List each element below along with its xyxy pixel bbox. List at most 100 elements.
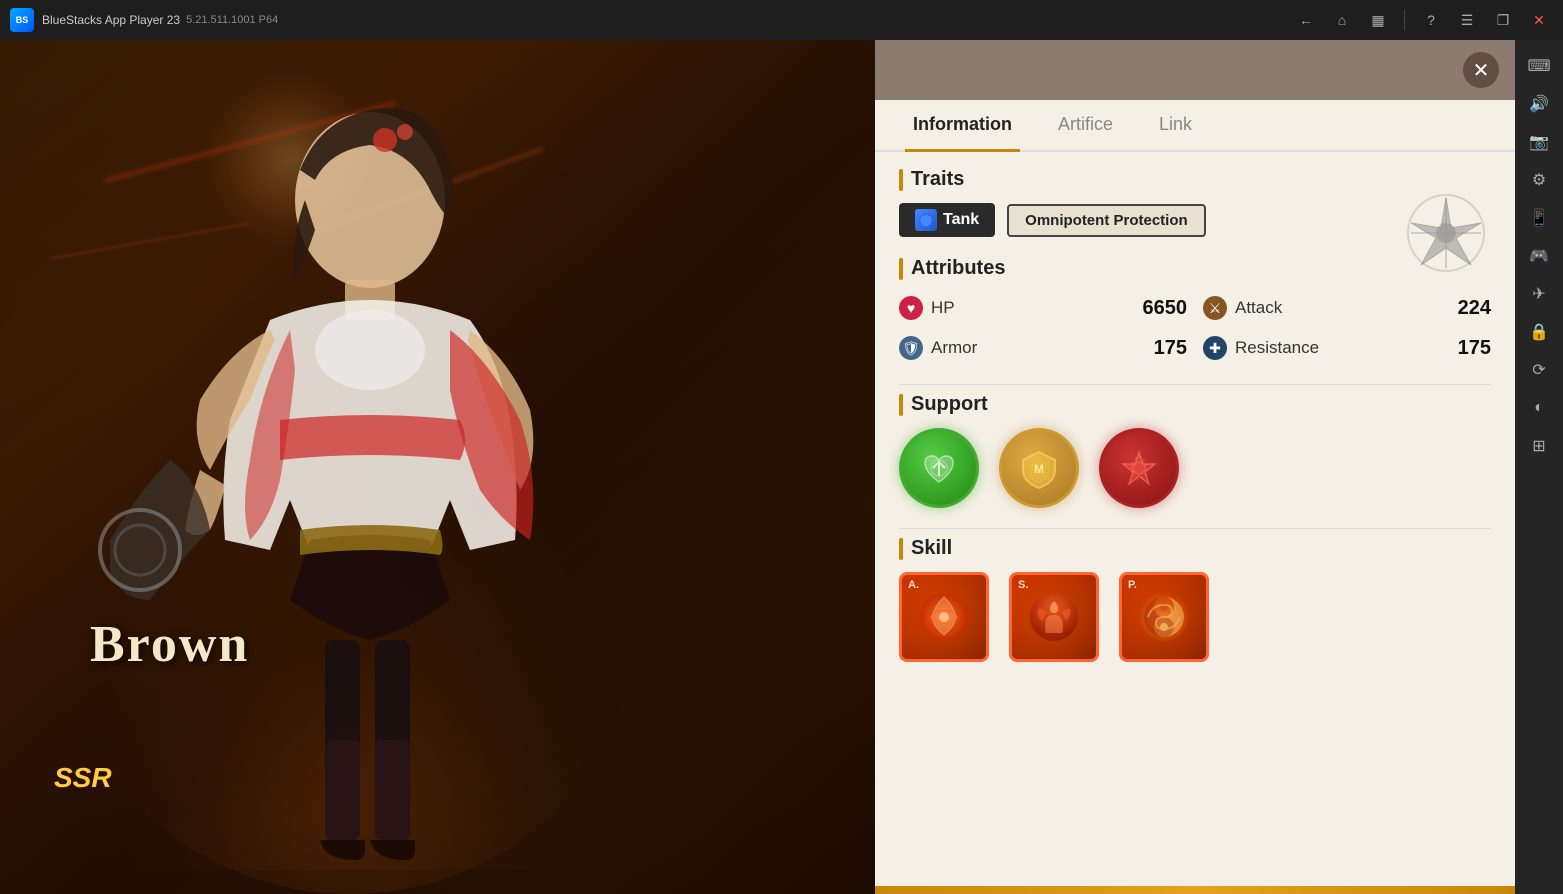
back-button[interactable]: ← <box>1292 6 1320 34</box>
armor-label-group: 🛡 Armor <box>899 336 977 360</box>
armor-row: 🛡 Armor 175 <box>899 332 1187 364</box>
character-silhouette <box>0 40 820 894</box>
panel-header: ✕ <box>875 40 1515 100</box>
lock-icon[interactable]: 🔒 <box>1521 314 1557 350</box>
character-name-area: BrownSSR <box>50 762 112 794</box>
character-svg <box>10 40 690 870</box>
resistance-label: Resistance <box>1235 338 1319 358</box>
attack-row: ⚔ Attack 224 <box>1203 292 1491 324</box>
skill-a-label: A. <box>908 579 919 591</box>
bottom-divider <box>875 886 1515 894</box>
skill-p-label: P. <box>1128 579 1137 591</box>
armor-value: 175 <box>1154 337 1187 360</box>
rotate-icon[interactable]: ⟳ <box>1521 352 1557 388</box>
close-window-button[interactable]: ✕ <box>1525 6 1553 34</box>
armor-label: Armor <box>931 338 977 358</box>
game-area: BrownSSR ✕ Information Artifice Link Tra… <box>0 40 1515 894</box>
app-subtitle: 5.21.511.1001 P64 <box>186 14 278 26</box>
character-rank: SSR <box>54 762 112 793</box>
traits-section-title: Traits <box>899 168 1491 191</box>
skill-p-svg <box>1138 591 1190 643</box>
support-section: Support <box>899 393 1491 508</box>
info-panel: ✕ Information Artifice Link Traits <box>875 40 1515 894</box>
tab-information[interactable]: Information <box>905 100 1020 152</box>
traits-section: Traits Tank Omnipotent Protection <box>899 168 1491 237</box>
traits-label: Traits <box>911 168 964 191</box>
skill-section-title: Skill <box>899 537 1491 560</box>
home-button[interactable]: ⌂ <box>1328 6 1356 34</box>
skill-s-label: S. <box>1018 579 1028 591</box>
tank-badge: Tank <box>899 203 995 237</box>
attributes-grid: ♥ HP 6650 ⚔ Attack 224 <box>899 292 1491 364</box>
close-panel-button[interactable]: ✕ <box>1463 52 1499 88</box>
support-icon-3[interactable] <box>1099 428 1179 508</box>
tab-artifice[interactable]: Artifice <box>1050 100 1121 152</box>
resistance-label-group: ✚ Resistance <box>1203 336 1319 360</box>
resistance-icon: ✚ <box>1203 336 1227 360</box>
attack-label-group: ⚔ Attack <box>1203 296 1282 320</box>
hp-label-group: ♥ HP <box>899 296 955 320</box>
resistance-value: 175 <box>1458 337 1491 360</box>
menu-button[interactable]: ☰ <box>1453 6 1481 34</box>
apps-icon[interactable]: ⊞ <box>1521 428 1557 464</box>
window-controls: ← ⌂ ▦ ? ☰ ❐ ✕ <box>1292 6 1553 34</box>
skill-item-s[interactable]: S. <box>1009 572 1099 662</box>
hp-row: ♥ HP 6650 <box>899 292 1187 324</box>
skill-item-a[interactable]: A. <box>899 572 989 662</box>
skill-icons-row: A. <box>899 572 1491 662</box>
resistance-row: ✚ Resistance 175 <box>1203 332 1491 364</box>
hp-value: 6650 <box>1143 297 1188 320</box>
skill-item-p[interactable]: P. <box>1119 572 1209 662</box>
hp-label: HP <box>931 298 955 318</box>
attack-value: 224 <box>1458 297 1491 320</box>
faction-svg <box>1401 193 1491 273</box>
support-icon-3-svg <box>1117 446 1161 490</box>
support-icon-1[interactable] <box>899 428 979 508</box>
armor-icon: 🛡 <box>899 336 923 360</box>
titlebar: BS BlueStacks App Player 23 5.21.511.100… <box>0 0 1563 40</box>
support-icon-1-svg <box>917 446 961 490</box>
traits-row: Tank Omnipotent Protection <box>899 203 1491 237</box>
support-icon-2-svg: M <box>1017 446 1061 490</box>
multi-button[interactable]: ▦ <box>1364 6 1392 34</box>
attributes-label: Attributes <box>911 257 1005 280</box>
phone-icon[interactable]: 📱 <box>1521 200 1557 236</box>
help-button[interactable]: ? <box>1417 6 1445 34</box>
support-section-title: Support <box>899 393 1491 416</box>
tab-link[interactable]: Link <box>1151 100 1200 152</box>
gamepad-icon[interactable]: 🎮 <box>1521 238 1557 274</box>
volume-icon[interactable]: 🔊 <box>1521 86 1557 122</box>
settings-icon[interactable]: ⚙ <box>1521 162 1557 198</box>
character-name: Brown <box>90 615 249 674</box>
restore-button[interactable]: ❐ <box>1489 6 1517 34</box>
hp-icon: ♥ <box>899 296 923 320</box>
bluestacks-logo: BS <box>10 8 34 32</box>
section-separator-1 <box>899 384 1491 385</box>
attack-icon: ⚔ <box>1203 296 1227 320</box>
panel-body: Traits Tank Omnipotent Protection <box>875 152 1515 886</box>
skill-s-svg <box>1028 591 1080 643</box>
section-separator-2 <box>899 528 1491 529</box>
attr-section-bar <box>899 258 903 280</box>
omnipotent-label: Omnipotent Protection <box>1025 212 1188 229</box>
section-bar <box>899 169 903 191</box>
app-title: BlueStacks App Player 23 <box>42 13 180 27</box>
tank-label: Tank <box>943 211 979 229</box>
camera-icon[interactable]: 📷 <box>1521 124 1557 160</box>
attack-label: Attack <box>1235 298 1282 318</box>
skill-section: Skill A. <box>899 537 1491 662</box>
bluestacks-sidebar: ⌨ 🔊 📷 ⚙ 📱 🎮 ✈ 🔒 ⟳ ◐ ⊞ <box>1515 40 1563 894</box>
skill-a-svg <box>918 591 970 643</box>
theme-icon[interactable]: ◐ <box>1521 390 1557 426</box>
support-section-bar <box>899 394 903 416</box>
support-icons-row: M <box>899 428 1491 508</box>
skill-section-bar <box>899 538 903 560</box>
tab-bar: Information Artifice Link <box>875 100 1515 152</box>
airplane-icon[interactable]: ✈ <box>1521 276 1557 312</box>
skill-label: Skill <box>911 537 952 560</box>
tank-shield-icon <box>915 209 937 231</box>
faction-icon <box>1401 193 1491 273</box>
support-icon-2[interactable]: M <box>999 428 1079 508</box>
keyboard-icon[interactable]: ⌨ <box>1521 48 1557 84</box>
svg-text:M: M <box>1034 462 1044 476</box>
